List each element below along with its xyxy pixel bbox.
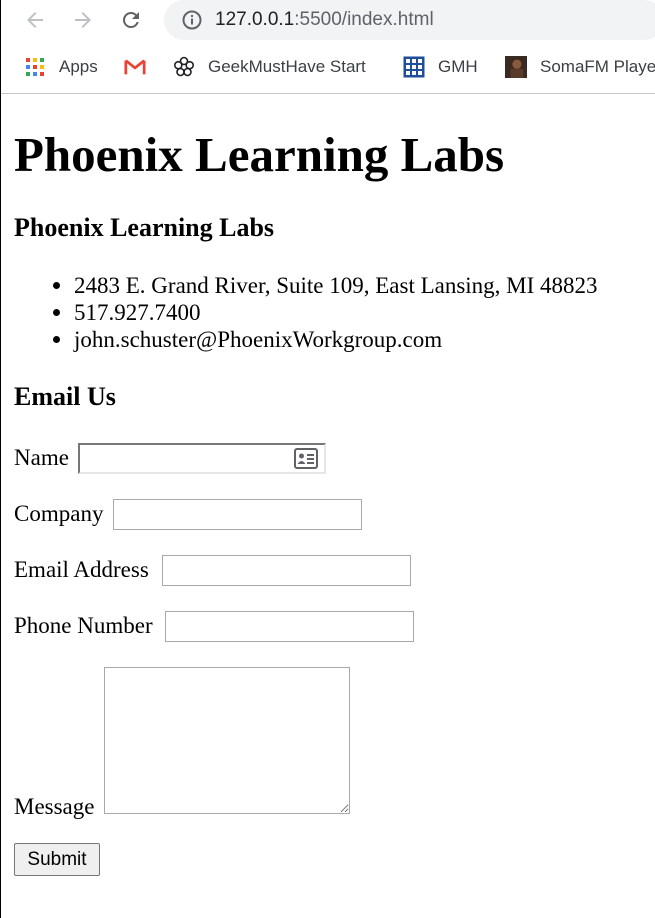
email-address-label: Email Address	[14, 557, 149, 582]
contact-card-icon[interactable]	[294, 448, 318, 469]
bookmark-gmail[interactable]	[124, 54, 159, 80]
bookmark-label: GeekMustHave Start	[208, 57, 366, 76]
bookmark-gmh[interactable]: GMH	[403, 54, 478, 80]
url-text: 127.0.0.1:5500/index.html	[215, 8, 434, 32]
bookmarks-bar: Apps GeekMustHave Start GMH SomaFM Playe	[1, 40, 655, 94]
company-label: Company	[14, 501, 104, 526]
browser-toolbar: 127.0.0.1:5500/index.html	[1, 0, 655, 40]
phone-number-label: Phone Number	[14, 613, 153, 638]
apps-grid-icon	[24, 56, 46, 78]
arrow-right-icon	[75, 12, 91, 28]
bookmark-somafm[interactable]: SomaFM Playe	[505, 54, 655, 80]
message-textarea[interactable]	[104, 667, 350, 814]
organization-heading: Phoenix Learning Labs	[14, 213, 275, 242]
bookmark-label: GMH	[438, 57, 478, 76]
contact-email: john.schuster@PhoenixWorkgroup.com	[53, 326, 598, 353]
soma-thumbnail-icon	[505, 56, 527, 78]
bookmark-geekmusthave[interactable]: GeekMustHave Start	[173, 54, 366, 80]
reload-button[interactable]	[117, 6, 145, 34]
company-input[interactable]	[113, 499, 362, 530]
contact-phone: 517.927.7400	[53, 299, 598, 326]
email-address-input[interactable]	[162, 555, 411, 586]
message-label: Message	[14, 794, 95, 819]
grid-icon	[403, 56, 425, 78]
reload-icon	[122, 11, 139, 28]
back-button[interactable]	[21, 6, 49, 34]
bookmark-label: SomaFM Playe	[540, 57, 655, 76]
contact-address: 2483 E. Grand River, Suite 109, East Lan…	[53, 273, 598, 298]
contact-info-list: 2483 E. Grand River, Suite 109, East Lan…	[53, 272, 598, 353]
gmail-icon	[124, 56, 146, 78]
info-icon[interactable]	[181, 9, 203, 31]
submit-button[interactable]: Submit	[14, 843, 100, 876]
name-input[interactable]	[78, 443, 326, 474]
name-label: Name	[14, 445, 69, 470]
flower-icon	[173, 56, 195, 78]
url-path: :5500/index.html	[294, 9, 434, 30]
url-host: 127.0.0.1	[215, 9, 295, 30]
bookmark-label: Apps	[59, 57, 98, 76]
arrow-left-icon	[27, 12, 43, 28]
phone-number-input[interactable]	[165, 611, 414, 642]
email-us-heading: Email Us	[14, 382, 116, 411]
forward-button[interactable]	[69, 6, 97, 34]
bookmark-apps[interactable]: Apps	[24, 54, 98, 80]
address-bar[interactable]: 127.0.0.1:5500/index.html	[164, 0, 655, 40]
page-title: Phoenix Learning Labs	[14, 127, 505, 182]
